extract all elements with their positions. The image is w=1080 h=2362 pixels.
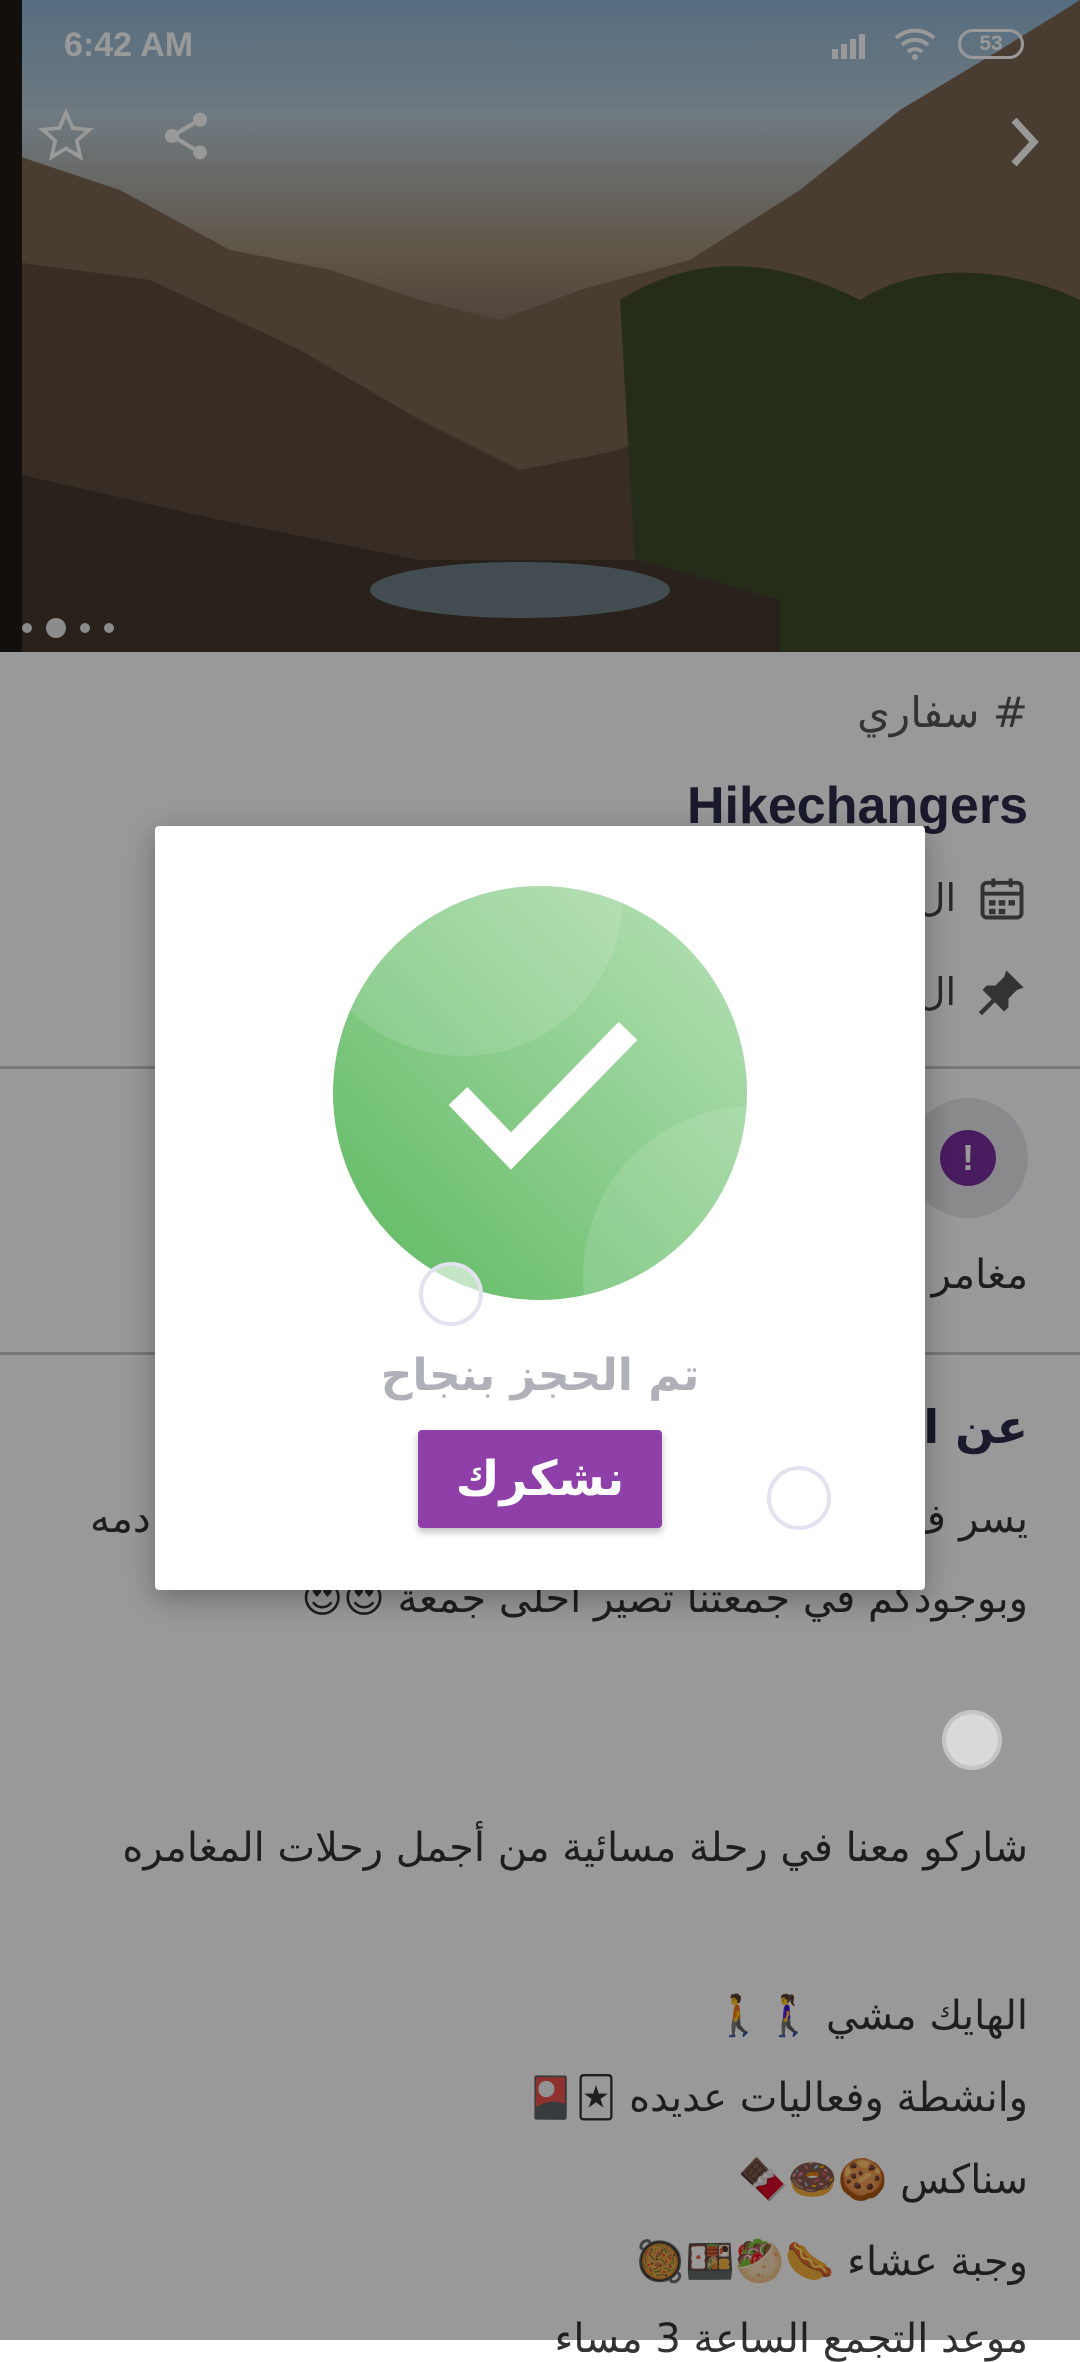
success-message: تم الحجز بنجاح	[380, 1350, 700, 1401]
thanks-button[interactable]: نشكرك	[418, 1430, 662, 1528]
booking-success-dialog: تم الحجز بنجاح نشكرك	[155, 826, 925, 1590]
touch-indicator	[942, 1710, 1002, 1770]
ripple-ring	[419, 1262, 483, 1326]
success-check-badge	[333, 886, 747, 1300]
ripple-ring	[767, 1466, 831, 1530]
